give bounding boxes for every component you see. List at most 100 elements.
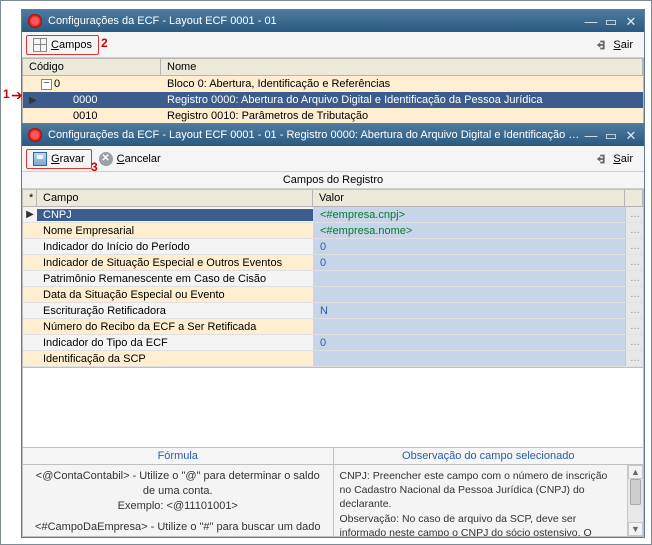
- field-row[interactable]: Indicador de Situação Especial e Outros …: [23, 255, 643, 271]
- minimize-icon[interactable]: —: [584, 129, 598, 141]
- campo-cell: Patrimônio Remanescente em Caso de Cisão: [37, 273, 313, 285]
- scroll-up-icon[interactable]: ▲: [628, 465, 643, 479]
- save-icon: [33, 152, 47, 166]
- annotation-arrow: ➔: [11, 87, 23, 104]
- grid-icon: [33, 38, 47, 52]
- campo-cell: Escrituração Retificadora: [37, 305, 313, 317]
- ellipsis-button[interactable]: …: [625, 255, 643, 270]
- valor-cell[interactable]: N: [313, 303, 625, 318]
- scroll-thumb[interactable]: [630, 479, 641, 505]
- field-row[interactable]: Indicador do Tipo da ECF0…: [23, 335, 643, 351]
- tree-row[interactable]: −0 Bloco 0: Abertura, Identificação e Ref…: [23, 76, 643, 92]
- ellipsis-button[interactable]: …: [625, 319, 643, 334]
- minimize-icon[interactable]: —: [584, 15, 598, 27]
- valor-cell[interactable]: 0: [313, 239, 625, 254]
- pane-observacao: Observação do campo selecionado CNPJ: Pr…: [333, 448, 644, 536]
- close-icon[interactable]: ✕: [624, 15, 638, 27]
- titlebar-top: Configurações da ECF - Layout ECF 0001 -…: [22, 10, 644, 32]
- scrollbar-vertical[interactable]: ▲ ▼: [627, 465, 643, 536]
- exit-icon: [595, 152, 609, 166]
- col-valor[interactable]: Valor: [313, 190, 625, 207]
- cancel-icon: ✕: [99, 152, 113, 166]
- ellipsis-button[interactable]: …: [625, 351, 643, 366]
- campo-cell: Identificação da SCP: [37, 353, 313, 365]
- app-icon: [28, 14, 42, 28]
- field-row[interactable]: Data da Situação Especial ou Evento …: [23, 287, 643, 303]
- window-ecf-config: Configurações da ECF - Layout ECF 0001 -…: [21, 9, 645, 126]
- tree-row[interactable]: ▶0000Registro 0000: Abertura do Arquivo …: [23, 92, 643, 108]
- sair-button-reg[interactable]: Sair: [588, 149, 640, 169]
- window-registro: Configurações da ECF - Layout ECF 0001 -…: [21, 123, 645, 538]
- scroll-down-icon[interactable]: ▼: [628, 522, 643, 536]
- cancelar-button[interactable]: ✕ Cancelar: [92, 149, 168, 169]
- field-row[interactable]: ▶CNPJ<#empresa.cnpj>…: [23, 207, 643, 223]
- valor-cell[interactable]: <#empresa.nome>: [313, 223, 625, 238]
- toolbar-reg: Gravar ✕ Cancelar Sair: [22, 146, 644, 172]
- tree-row[interactable]: 0010 Registro 0010: Parâmetros de Tributa…: [23, 108, 643, 124]
- campos-button[interactable]: Campos: [26, 35, 99, 55]
- field-row[interactable]: Patrimônio Remanescente em Caso de Cisão…: [23, 271, 643, 287]
- field-row[interactable]: Nome Empresarial<#empresa.nome>…: [23, 223, 643, 239]
- pane-formula-title: Fórmula: [23, 448, 333, 465]
- sair-button-top[interactable]: Sair: [588, 35, 640, 55]
- annotation-1: 1: [3, 87, 10, 101]
- valor-cell[interactable]: [313, 271, 625, 286]
- code-cell: 0000: [73, 94, 97, 106]
- ellipsis-button[interactable]: …: [625, 271, 643, 286]
- annotation-2: 2: [101, 36, 108, 50]
- field-row[interactable]: Indicador do Início do Período0…: [23, 239, 643, 255]
- ellipsis-button[interactable]: …: [625, 303, 643, 318]
- exit-icon: [595, 38, 609, 52]
- ellipsis-button[interactable]: …: [625, 239, 643, 254]
- col-codigo[interactable]: Código: [23, 59, 161, 75]
- row-pointer-icon: ▶: [23, 209, 37, 220]
- campo-cell: Número do Recibo da ECF a Ser Retificada: [37, 321, 313, 333]
- col-campo[interactable]: Campo: [37, 190, 313, 207]
- pane-observacao-body: CNPJ: Preencher este campo com o número …: [334, 465, 628, 536]
- valor-cell[interactable]: 0: [313, 335, 625, 350]
- annotation-3: 3: [91, 160, 98, 174]
- pane-observacao-title: Observação do campo selecionado: [334, 448, 644, 465]
- campo-cell: Indicador do Início do Período: [37, 241, 313, 253]
- ellipsis-button[interactable]: …: [625, 223, 643, 238]
- titlebar-reg: Configurações da ECF - Layout ECF 0001 -…: [22, 124, 644, 146]
- collapse-icon[interactable]: −: [41, 79, 52, 90]
- ellipsis-button[interactable]: …: [625, 207, 643, 222]
- pane-formula: Fórmula <@ContaContabil> - Utilize o "@"…: [23, 448, 333, 536]
- code-cell: 0010: [73, 110, 97, 122]
- col-nome[interactable]: Nome: [161, 59, 643, 75]
- field-row[interactable]: Identificação da SCP …: [23, 351, 643, 367]
- maximize-icon[interactable]: ▭: [604, 129, 618, 141]
- valor-cell[interactable]: [313, 319, 625, 334]
- ellipsis-button[interactable]: …: [625, 287, 643, 302]
- app-icon: [28, 128, 42, 142]
- ellipsis-button[interactable]: …: [625, 335, 643, 350]
- window-title: Configurações da ECF - Layout ECF 0001 -…: [48, 15, 584, 27]
- grid-empty-area: [22, 368, 644, 447]
- campo-cell: Nome Empresarial: [37, 225, 313, 237]
- maximize-icon[interactable]: ▭: [604, 15, 618, 27]
- col-marker: *: [23, 190, 37, 207]
- valor-cell[interactable]: [313, 287, 625, 302]
- name-cell: Bloco 0: Abertura, Identificação e Refer…: [161, 78, 643, 90]
- valor-cell[interactable]: 0: [313, 255, 625, 270]
- field-row[interactable]: Escrituração RetificadoraN…: [23, 303, 643, 319]
- pane-formula-body: <@ContaContabil> - Utilize o "@" para de…: [23, 465, 333, 536]
- gravar-button[interactable]: Gravar: [26, 149, 92, 169]
- code-cell: 0: [54, 78, 60, 90]
- registro-grid: * Campo Valor ▶CNPJ<#empresa.cnpj>…Nome …: [22, 189, 644, 368]
- field-row[interactable]: Número do Recibo da ECF a Ser Retificada…: [23, 319, 643, 335]
- name-cell: Registro 0010: Parâmetros de Tributação: [161, 110, 643, 122]
- close-icon[interactable]: ✕: [624, 129, 638, 141]
- toolbar-top: Campos Sair: [22, 32, 644, 58]
- window-title-reg: Configurações da ECF - Layout ECF 0001 -…: [48, 129, 584, 141]
- campo-cell: CNPJ: [37, 209, 313, 221]
- name-cell: Registro 0000: Abertura do Arquivo Digit…: [161, 94, 643, 106]
- valor-cell[interactable]: [313, 351, 625, 366]
- grid-header-top: Código Nome: [22, 58, 644, 76]
- bottom-panes: Fórmula <@ContaContabil> - Utilize o "@"…: [22, 447, 644, 537]
- campo-cell: Indicador do Tipo da ECF: [37, 337, 313, 349]
- valor-cell[interactable]: <#empresa.cnpj>: [313, 207, 625, 222]
- campo-cell: Data da Situação Especial ou Evento: [37, 289, 313, 301]
- section-title: Campos do Registro: [22, 172, 644, 189]
